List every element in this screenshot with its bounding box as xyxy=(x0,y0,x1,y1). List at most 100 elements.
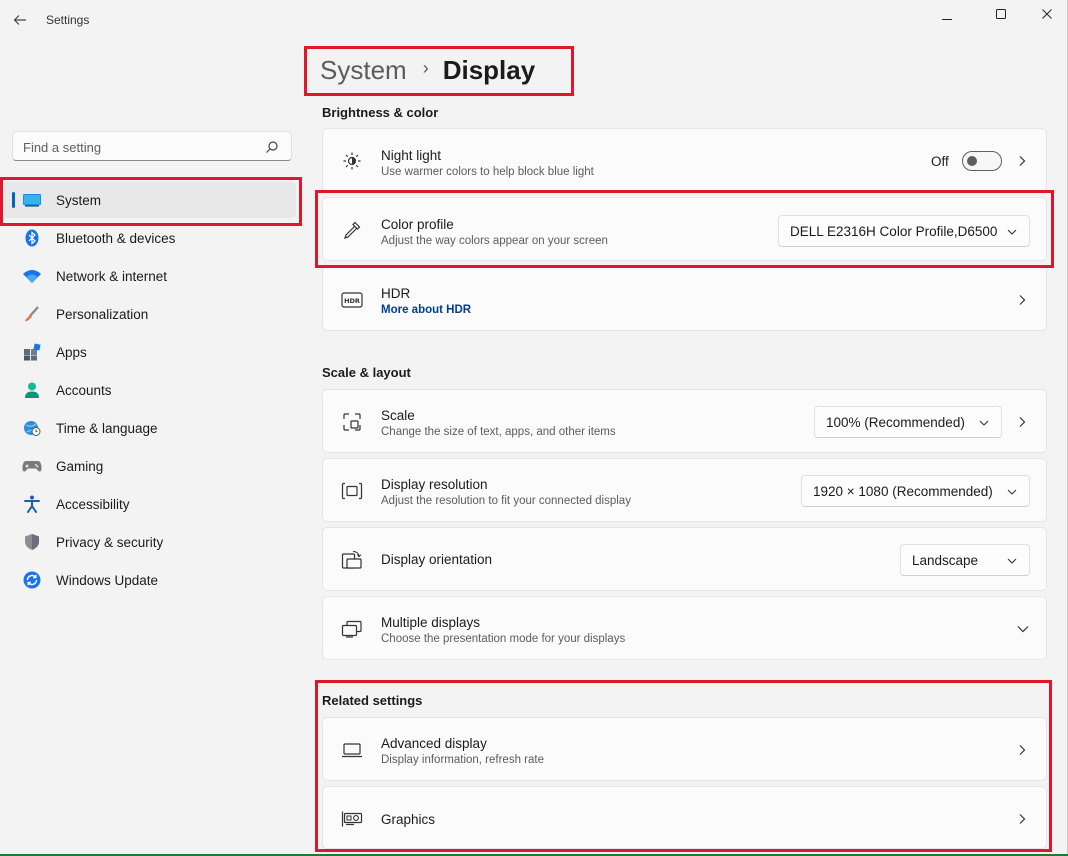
chevron-right-icon xyxy=(1019,295,1026,305)
page-title: Display xyxy=(442,54,536,85)
apps-icon xyxy=(22,343,42,361)
multiple-displays-icon xyxy=(341,618,363,640)
scale-row[interactable]: Scale Change the size of text, apps, and… xyxy=(322,389,1047,453)
color-profile-value: DELL E2316H Color Profile,D6500 xyxy=(790,224,998,239)
display-orientation-row: Display orientation Landscape xyxy=(322,527,1047,591)
svg-text:HDR: HDR xyxy=(344,297,360,305)
scale-icon xyxy=(341,411,363,433)
chevron-right-icon xyxy=(1019,417,1026,427)
night-light-title: Night light xyxy=(381,148,442,163)
close-icon xyxy=(1042,9,1052,19)
display-resolution-dropdown[interactable]: 1920 × 1080 (Recommended) xyxy=(801,475,1030,507)
scale-dropdown[interactable]: 100% (Recommended) xyxy=(814,406,1002,438)
wifi-icon xyxy=(22,267,42,285)
breadcrumb-parent[interactable]: System xyxy=(320,55,407,86)
night-light-subtitle: Use warmer colors to help block blue lig… xyxy=(381,166,594,178)
display-resolution-value: 1920 × 1080 (Recommended) xyxy=(813,484,993,499)
chevron-right-icon xyxy=(1019,156,1026,166)
sidebar-item-accessibility[interactable]: Accessibility xyxy=(4,486,296,522)
sidebar-item-accounts[interactable]: Accounts xyxy=(4,372,296,408)
shield-icon xyxy=(22,533,42,551)
chevron-down-icon xyxy=(1007,558,1017,564)
breadcrumb-separator-icon: › xyxy=(422,57,429,78)
resolution-icon xyxy=(341,480,363,502)
hdr-title: HDR xyxy=(381,286,411,301)
chevron-down-icon xyxy=(1017,626,1029,633)
graphics-row[interactable]: Graphics xyxy=(322,786,1047,849)
multiple-displays-title: Multiple displays xyxy=(381,615,481,630)
search-input[interactable] xyxy=(23,138,263,156)
advanced-display-subtitle: Display information, refresh rate xyxy=(381,754,544,766)
sidebar-item-time-language[interactable]: Time & language xyxy=(4,410,296,446)
sidebar-item-label: Windows Update xyxy=(56,573,159,588)
sidebar-item-system[interactable]: System xyxy=(4,182,296,218)
brightness-icon xyxy=(341,150,363,172)
multiple-displays-subtitle: Choose the presentation mode for your di… xyxy=(381,633,626,645)
close-button[interactable] xyxy=(1024,0,1068,28)
sidebar-item-apps[interactable]: Apps xyxy=(4,334,296,370)
orientation-icon xyxy=(341,549,363,571)
display-orientation-value: Landscape xyxy=(912,553,979,568)
monitor-icon xyxy=(341,739,363,761)
night-light-row[interactable]: Night light Use warmer colors to help bl… xyxy=(322,128,1047,192)
color-profile-dropdown[interactable]: DELL E2316H Color Profile,D6500 xyxy=(778,215,1030,247)
sidebar-item-gaming[interactable]: Gaming xyxy=(4,448,296,484)
graphics-title: Graphics xyxy=(381,812,436,827)
sidebar-item-label: Accessibility xyxy=(56,497,130,512)
night-light-toggle[interactable] xyxy=(962,151,1002,171)
sidebar-item-label: Accounts xyxy=(56,383,112,398)
search-icon xyxy=(266,141,278,153)
chevron-right-icon xyxy=(1019,745,1026,755)
gamepad-icon xyxy=(22,457,42,475)
sidebar-item-privacy[interactable]: Privacy & security xyxy=(4,524,296,560)
chevron-down-icon xyxy=(979,420,989,426)
hdr-row[interactable]: HDR HDR More about HDR xyxy=(322,266,1047,331)
display-resolution-subtitle: Adjust the resolution to fit your connec… xyxy=(381,495,631,507)
app-title: Settings xyxy=(46,13,90,27)
section-title-brightness: Brightness & color xyxy=(322,105,439,120)
sidebar-item-label: Personalization xyxy=(56,307,149,322)
sidebar-item-personalization[interactable]: Personalization xyxy=(4,296,296,332)
sidebar-item-bluetooth[interactable]: Bluetooth & devices xyxy=(4,220,296,256)
scale-subtitle: Change the size of text, apps, and other… xyxy=(381,426,616,438)
sidebar-item-network[interactable]: Network & internet xyxy=(4,258,296,294)
display-resolution-title: Display resolution xyxy=(381,477,488,492)
maximize-button[interactable] xyxy=(978,0,1024,28)
color-profile-row: Color profile Adjust the way colors appe… xyxy=(322,197,1047,261)
maximize-icon xyxy=(996,9,1006,19)
sidebar-item-label: Gaming xyxy=(56,459,104,474)
advanced-display-title: Advanced display xyxy=(381,736,487,751)
globe-clock-icon xyxy=(22,419,42,437)
system-icon xyxy=(22,191,42,209)
color-profile-subtitle: Adjust the way colors appear on your scr… xyxy=(381,235,608,247)
minimize-button[interactable] xyxy=(924,0,970,28)
eyedropper-icon xyxy=(341,219,363,241)
toggle-knob xyxy=(967,156,977,166)
sidebar-item-label: Apps xyxy=(56,345,87,360)
sidebar-nav: System Bluetooth & devices Network & int… xyxy=(4,182,296,600)
display-orientation-dropdown[interactable]: Landscape xyxy=(900,544,1030,576)
update-icon xyxy=(22,571,42,589)
scale-value: 100% (Recommended) xyxy=(826,415,965,430)
settings-window: Settings System Bluetooth & de xyxy=(0,0,1068,856)
display-resolution-row: Display resolution Adjust the resolution… xyxy=(322,458,1047,522)
graphics-card-icon xyxy=(341,808,363,830)
advanced-display-row[interactable]: Advanced display Display information, re… xyxy=(322,717,1047,781)
night-light-state: Off xyxy=(931,154,949,169)
accounts-icon xyxy=(22,381,42,399)
search-box[interactable] xyxy=(12,131,292,161)
sidebar-item-windows-update[interactable]: Windows Update xyxy=(4,562,296,598)
back-arrow-icon xyxy=(13,15,26,25)
sidebar-item-label: Network & internet xyxy=(56,269,168,284)
chevron-right-icon xyxy=(1019,814,1026,824)
multiple-displays-row[interactable]: Multiple displays Choose the presentatio… xyxy=(322,596,1047,660)
more-about-hdr-link[interactable]: More about HDR xyxy=(381,304,471,316)
sidebar-item-label: Privacy & security xyxy=(56,535,164,550)
section-title-scale-layout: Scale & layout xyxy=(322,365,411,380)
chevron-down-icon xyxy=(1007,489,1017,495)
bluetooth-icon xyxy=(22,229,42,247)
color-profile-title: Color profile xyxy=(381,217,454,232)
back-button[interactable] xyxy=(8,8,32,32)
section-title-related: Related settings xyxy=(322,693,423,708)
accessibility-icon xyxy=(22,495,42,513)
